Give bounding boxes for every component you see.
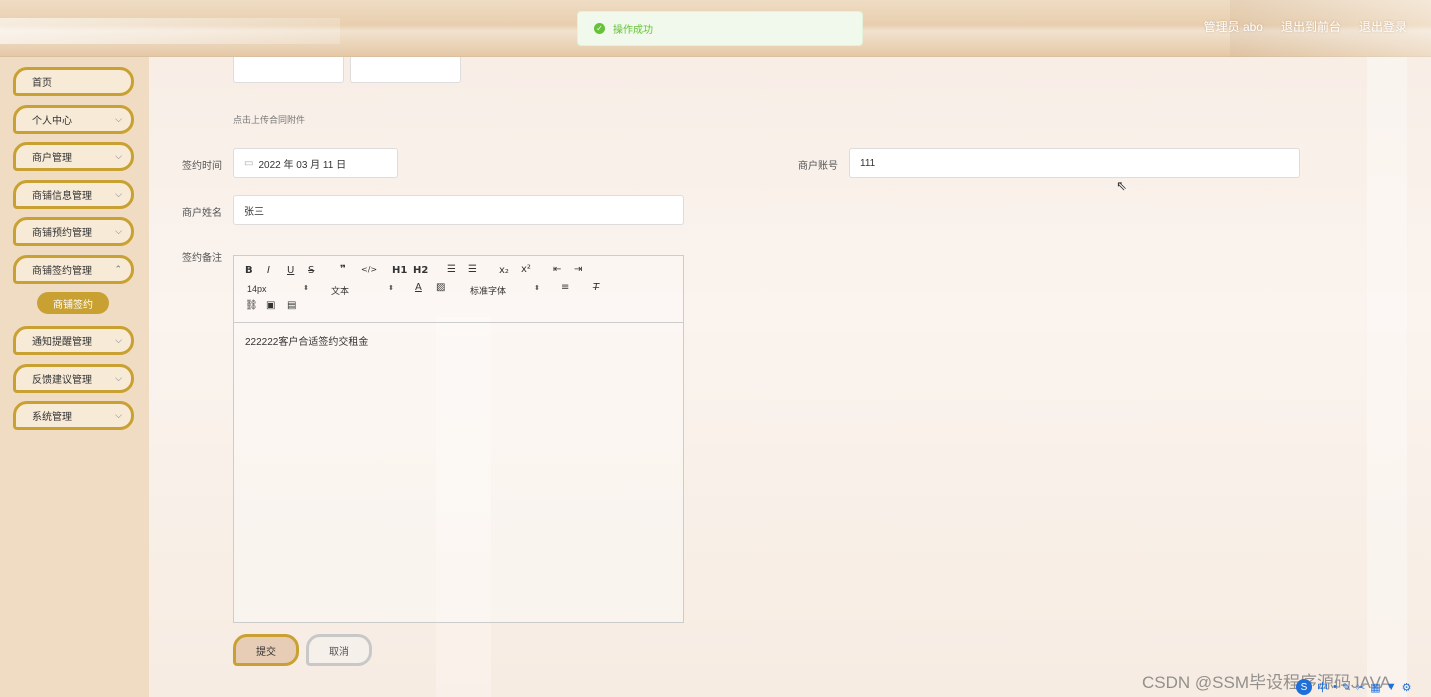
chevron-down-icon: ⌵ (115, 151, 122, 161)
text-style-value: 文本 (331, 286, 350, 296)
indent-icon[interactable]: ⇥ (574, 264, 582, 275)
select-arrows-icon: ⬍ (534, 285, 540, 292)
header-2-icon[interactable]: H2 (413, 265, 428, 276)
account-value: 111 (860, 157, 876, 169)
subscript-icon[interactable]: x₂ (499, 265, 509, 276)
name-input[interactable]: 张三 (233, 195, 684, 225)
header-decoration (0, 18, 340, 44)
account-input[interactable]: 111 (849, 148, 1300, 178)
ime-chinese-icon[interactable]: 中 (1317, 679, 1328, 695)
sidebar-item-label: 个人中心 (32, 116, 72, 127)
select-arrows-icon: ⬍ (388, 285, 394, 292)
sidebar-item-system[interactable]: 系统管理 ⌵ (13, 401, 134, 430)
ime-scissors-icon[interactable]: ✂ (1356, 681, 1365, 694)
sidebar: 首页 个人中心 ⌵ 商户管理 ⌵ 商铺信息管理 ⌵ 商铺预约管理 ⌵ 商铺签约管… (0, 57, 149, 697)
ime-settings-icon[interactable]: ⚙ (1402, 681, 1412, 694)
sidebar-item-label: 商铺签约管理 (32, 266, 92, 277)
sidebar-item-label: 系统管理 (32, 412, 72, 423)
sidebar-item-notification[interactable]: 通知提醒管理 ⌵ (13, 326, 134, 355)
sidebar-item-label: 商铺预约管理 (32, 228, 92, 239)
ordered-list-icon[interactable]: ☰ (447, 264, 456, 275)
account-label: 商户账号 (798, 161, 838, 172)
chevron-up-icon: ⌃ (114, 264, 122, 274)
link-icon[interactable]: ⛓ (245, 300, 258, 311)
sidebar-subitem-shop-contract[interactable]: 商铺签约 (37, 292, 109, 314)
name-label: 商户姓名 (182, 208, 222, 219)
editor-toolbar: B I U S ❞ </> H1 H2 ☰ ☰ x₂ x² ⇤ ⇥ 14px ⬍… (234, 256, 683, 323)
remark-label: 签约备注 (182, 253, 222, 264)
main-content: 点击上传合同附件 签约时间 ▭ 2022 年 03 月 11 日 商户账号 11… (149, 57, 1431, 697)
outdent-icon[interactable]: ⇤ (553, 264, 561, 275)
chevron-down-icon: ⌵ (115, 226, 122, 236)
submit-button[interactable]: 提交 (233, 634, 299, 666)
sidebar-item-feedback[interactable]: 反馈建议管理 ⌵ (13, 364, 134, 393)
code-icon[interactable]: </> (361, 265, 377, 274)
sidebar-item-shop-contract[interactable]: 商铺签约管理 ⌃ (13, 255, 134, 284)
check-circle-icon: ✓ (594, 23, 605, 34)
chevron-down-icon: ⌵ (115, 335, 122, 345)
font-size-select[interactable]: 14px ⬍ (247, 284, 309, 294)
underline-icon[interactable]: U (287, 265, 294, 276)
ime-logo-icon[interactable]: S (1296, 679, 1312, 695)
sign-time-label: 签约时间 (182, 161, 222, 172)
ime-tray: S 中 • ✎ ✂ ▦ ▼ ⚙ (1294, 677, 1431, 697)
ime-pen-icon[interactable]: ✎ (1342, 681, 1351, 694)
ime-punctuation-icon[interactable]: • (1333, 681, 1337, 693)
font-color-icon[interactable]: A (415, 282, 422, 293)
toast-message: 操作成功 (613, 25, 653, 36)
superscript-icon[interactable]: x² (521, 264, 531, 275)
upload-hint: 点击上传合同附件 (233, 115, 306, 125)
blockquote-icon[interactable]: ❞ (340, 264, 346, 275)
chevron-down-icon: ⌵ (115, 114, 122, 124)
header-1-icon[interactable]: H1 (392, 265, 407, 276)
mouse-cursor-icon: ⇖ (1116, 178, 1127, 193)
sidebar-item-label: 商户管理 (32, 153, 72, 164)
bullet-list-icon[interactable]: ☰ (468, 264, 477, 275)
background-color-icon[interactable]: ▨ (436, 282, 445, 293)
sidebar-item-label: 通知提醒管理 (32, 337, 92, 348)
sidebar-item-personal-center[interactable]: 个人中心 ⌵ (13, 105, 134, 134)
font-family-select[interactable]: 标准字体 ⬍ (470, 284, 540, 297)
ime-keyboard-icon[interactable]: ▦ (1370, 681, 1380, 694)
admin-user-label: 管理员 abo (1203, 20, 1263, 34)
background-decoration (1367, 57, 1407, 697)
back-to-front-link[interactable]: 退出到前台 (1281, 18, 1341, 35)
sidebar-item-shop-info[interactable]: 商铺信息管理 ⌵ (13, 180, 134, 209)
align-icon[interactable]: ≡ (561, 282, 569, 293)
font-size-value: 14px (247, 284, 267, 294)
success-toast: ✓ 操作成功 (577, 11, 863, 46)
sidebar-item-label: 反馈建议管理 (32, 375, 92, 386)
upload-trigger-box[interactable] (350, 57, 461, 83)
rich-text-editor[interactable]: B I U S ❞ </> H1 H2 ☰ ☰ x₂ x² ⇤ ⇥ 14px ⬍… (233, 255, 684, 623)
text-style-select[interactable]: 文本 ⬍ (331, 284, 394, 297)
font-family-value: 标准字体 (470, 286, 507, 296)
editor-content: 222222客户合适签约交租金 (245, 337, 369, 348)
italic-icon[interactable]: I (267, 265, 270, 276)
upload-preview-box[interactable] (233, 57, 344, 83)
logout-link[interactable]: 退出登录 (1359, 18, 1407, 35)
sidebar-item-merchant-management[interactable]: 商户管理 ⌵ (13, 142, 134, 171)
ime-shirt-icon[interactable]: ▼ (1386, 681, 1397, 693)
sign-time-datepicker[interactable]: ▭ 2022 年 03 月 11 日 (233, 148, 398, 178)
bold-icon[interactable]: B (245, 265, 253, 276)
sidebar-item-home[interactable]: 首页 (13, 67, 134, 96)
cancel-button[interactable]: 取消 (306, 634, 372, 666)
sidebar-item-label: 首页 (32, 78, 52, 89)
name-value: 张三 (244, 206, 264, 218)
image-icon[interactable]: ▣ (266, 300, 275, 311)
video-icon[interactable]: ▤ (287, 300, 296, 311)
strikethrough-icon[interactable]: S (308, 265, 314, 276)
calendar-icon: ▭ (244, 157, 254, 169)
chevron-down-icon: ⌵ (115, 189, 122, 199)
chevron-down-icon: ⌵ (115, 373, 122, 383)
clear-format-icon[interactable]: T̶ (593, 282, 599, 293)
sidebar-item-label: 商铺信息管理 (32, 191, 92, 202)
chevron-down-icon: ⌵ (115, 410, 122, 420)
sign-time-value: 2022 年 03 月 11 日 (258, 159, 347, 171)
select-arrows-icon: ⬍ (303, 285, 309, 292)
sidebar-item-shop-reservation[interactable]: 商铺预约管理 ⌵ (13, 217, 134, 246)
header-links: 管理员 abo 退出到前台 退出登录 (1204, 18, 1407, 35)
